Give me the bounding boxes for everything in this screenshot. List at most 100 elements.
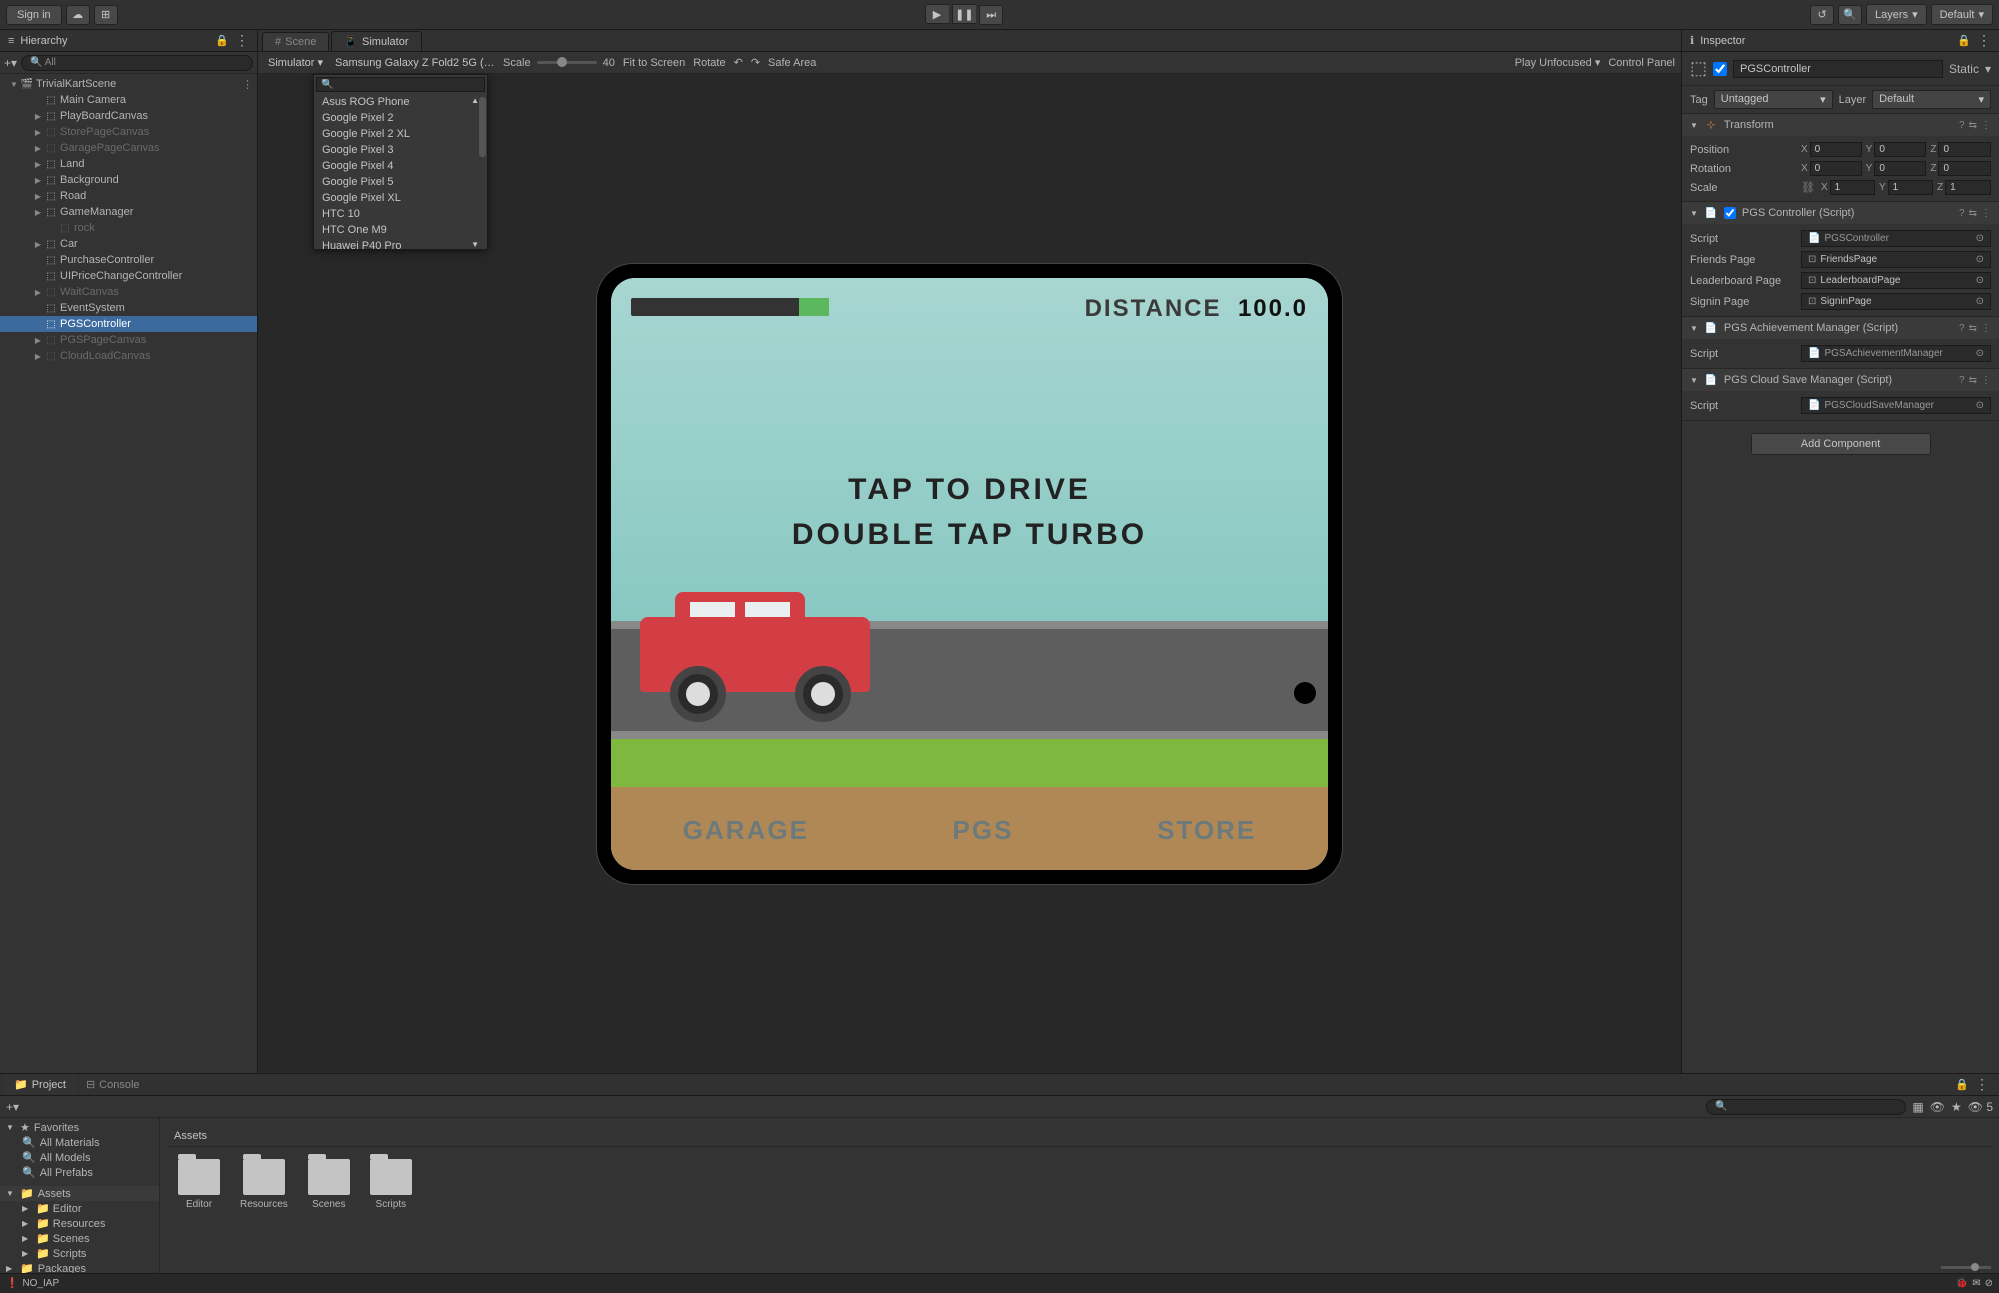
device-option[interactable]: HTC One M9 bbox=[314, 222, 487, 238]
tab-console[interactable]: ⊟Console bbox=[76, 1075, 150, 1094]
device-option[interactable]: Google Pixel 2 XL bbox=[314, 126, 487, 142]
menu-icon[interactable]: ⋮ bbox=[1981, 375, 1991, 386]
menu-icon[interactable]: ⋮ bbox=[1981, 323, 1991, 334]
hierarchy-search[interactable]: 🔍 All bbox=[21, 55, 253, 71]
hierarchy-item[interactable]: ▶⬚WaitCanvas bbox=[0, 284, 257, 300]
add-icon[interactable]: +▾ bbox=[4, 56, 17, 70]
help-icon[interactable]: ? bbox=[1959, 208, 1965, 219]
scale-y[interactable] bbox=[1888, 180, 1933, 195]
menu-icon[interactable]: ⋮ bbox=[1981, 120, 1991, 131]
packages-root[interactable]: ▶📁 Packages bbox=[0, 1261, 159, 1273]
asset-folder[interactable]: Scripts bbox=[370, 1159, 412, 1210]
project-folder-item[interactable]: ▶📁 Scripts bbox=[0, 1246, 159, 1261]
store-button[interactable]: STORE bbox=[1157, 815, 1256, 846]
hierarchy-item[interactable]: ▶⬚GaragePageCanvas bbox=[0, 140, 257, 156]
preset-icon[interactable]: ⇆ bbox=[1969, 208, 1977, 219]
hierarchy-item[interactable]: ▶⬚Land bbox=[0, 156, 257, 172]
add-icon[interactable]: +▾ bbox=[6, 1100, 19, 1114]
lock-icon[interactable]: 🔒 bbox=[215, 34, 229, 47]
all-materials[interactable]: 🔍 All Materials bbox=[0, 1135, 159, 1150]
scene-root[interactable]: ▼ 🎬 TrivialKartScene ⋮ bbox=[0, 76, 257, 92]
help-icon[interactable]: ? bbox=[1959, 323, 1965, 334]
signin-button[interactable]: Sign in bbox=[6, 5, 62, 25]
filter-icon[interactable]: ▦ bbox=[1912, 1100, 1923, 1114]
asset-folder[interactable]: Editor bbox=[178, 1159, 220, 1210]
help-icon[interactable]: ? bbox=[1959, 120, 1965, 131]
hierarchy-item[interactable]: ▶⬚Road bbox=[0, 188, 257, 204]
layer-dropdown[interactable]: Default▾ bbox=[1872, 90, 1991, 109]
pgs-controller-header[interactable]: ▼ 📄 PGS Controller (Script) ?⇆⋮ bbox=[1682, 202, 1999, 224]
hierarchy-item[interactable]: ⬚UIPriceChangeController bbox=[0, 268, 257, 284]
pgs-button[interactable]: PGS bbox=[953, 815, 1014, 846]
lock-icon[interactable]: 🔒 bbox=[1957, 34, 1971, 47]
help-icon[interactable]: ? bbox=[1959, 375, 1965, 386]
hidden-icon[interactable]: 👁 bbox=[1930, 1100, 1945, 1114]
breadcrumb[interactable]: Assets bbox=[168, 1126, 1991, 1147]
hierarchy-item[interactable]: ▶⬚CloudLoadCanvas bbox=[0, 348, 257, 364]
device-option[interactable]: Asus ROG Phone▲ bbox=[314, 94, 487, 110]
rotate-cw-icon[interactable]: ↷ bbox=[751, 56, 760, 69]
assets-root[interactable]: ▼📁 Assets bbox=[0, 1186, 159, 1201]
position-y[interactable] bbox=[1874, 142, 1926, 157]
device-option[interactable]: Google Pixel XL bbox=[314, 190, 487, 206]
favorites-root[interactable]: ▼★ Favorites bbox=[0, 1120, 159, 1135]
preset-icon[interactable]: ⇆ bbox=[1969, 375, 1977, 386]
fit-to-screen-button[interactable]: Fit to Screen bbox=[623, 57, 685, 69]
layout-dropdown[interactable]: Default ▾ bbox=[1931, 4, 1993, 25]
device-option[interactable]: Huawei P40 Pro▼ bbox=[314, 238, 487, 249]
position-z[interactable] bbox=[1938, 142, 1991, 157]
tab-scene[interactable]: #Scene bbox=[262, 32, 329, 51]
transform-header[interactable]: ▼ ⊹ Transform ?⇆⋮ bbox=[1682, 114, 1999, 136]
simulator-mode-dropdown[interactable]: Simulator ▾ bbox=[264, 54, 327, 71]
lock-icon[interactable]: 🔒 bbox=[1955, 1078, 1969, 1091]
undo-history-icon[interactable]: ↺ bbox=[1810, 5, 1834, 25]
device-option[interactable]: Google Pixel 5 bbox=[314, 174, 487, 190]
scale-x[interactable] bbox=[1830, 180, 1875, 195]
device-option[interactable]: HTC 10 bbox=[314, 206, 487, 222]
hierarchy-item[interactable]: ▶⬚Car bbox=[0, 236, 257, 252]
asset-folder[interactable]: Resources bbox=[240, 1159, 288, 1210]
tag-dropdown[interactable]: Untagged▾ bbox=[1714, 90, 1833, 109]
device-option[interactable]: Google Pixel 2 bbox=[314, 110, 487, 126]
grid-icon[interactable]: ⊞ bbox=[94, 5, 118, 25]
device-option[interactable]: Google Pixel 3 bbox=[314, 142, 487, 158]
project-search[interactable]: 🔍 bbox=[1706, 1099, 1906, 1115]
hierarchy-item[interactable]: ▶⬚PlayBoardCanvas bbox=[0, 108, 257, 124]
tab-project[interactable]: 📁Project bbox=[4, 1075, 76, 1094]
hierarchy-item[interactable]: ⬚Main Camera bbox=[0, 92, 257, 108]
all-prefabs[interactable]: 🔍 All Prefabs bbox=[0, 1165, 159, 1180]
asset-folder[interactable]: Scenes bbox=[308, 1159, 350, 1210]
rotation-x[interactable] bbox=[1810, 161, 1862, 176]
hierarchy-item[interactable]: ▶⬚Background bbox=[0, 172, 257, 188]
panel-menu-icon[interactable]: ⋮ bbox=[1977, 32, 1991, 49]
pgs-cloud-header[interactable]: ▼ 📄 PGS Cloud Save Manager (Script) ?⇆⋮ bbox=[1682, 369, 1999, 391]
hierarchy-item[interactable]: ▶⬚PGSPageCanvas bbox=[0, 332, 257, 348]
signin-field[interactable]: ⊡ SigninPage⊙ bbox=[1801, 293, 1991, 310]
friends-field[interactable]: ⊡ FriendsPage⊙ bbox=[1801, 251, 1991, 268]
asset-size-slider[interactable] bbox=[1941, 1266, 1991, 1269]
hierarchy-item[interactable]: ▶⬚StorePageCanvas bbox=[0, 124, 257, 140]
scale-slider[interactable] bbox=[537, 61, 597, 64]
panel-menu-icon[interactable]: ⋮ bbox=[1975, 1076, 1989, 1093]
device-search-input[interactable] bbox=[316, 77, 485, 92]
control-panel-button[interactable]: Control Panel bbox=[1608, 57, 1675, 69]
hierarchy-item[interactable]: ⬚EventSystem bbox=[0, 300, 257, 316]
panel-menu-icon[interactable]: ⋮ bbox=[235, 32, 249, 49]
add-component-button[interactable]: Add Component bbox=[1751, 433, 1931, 455]
link-icon[interactable]: ⛓ bbox=[1801, 181, 1815, 194]
static-dropdown-icon[interactable]: ▾ bbox=[1985, 62, 1991, 76]
search-icon[interactable]: 🔍 bbox=[1838, 5, 1862, 25]
preset-icon[interactable]: ⇆ bbox=[1969, 120, 1977, 131]
component-enabled-checkbox[interactable] bbox=[1724, 207, 1736, 219]
project-folder-item[interactable]: ▶📁 Resources bbox=[0, 1216, 159, 1231]
preset-icon[interactable]: ⇆ bbox=[1969, 323, 1977, 334]
safe-area-toggle[interactable]: Safe Area bbox=[768, 57, 816, 69]
device-selector[interactable]: Samsung Galaxy Z Fold2 5G (Ta▾ bbox=[335, 56, 495, 69]
hierarchy-item[interactable]: ⬚PurchaseController bbox=[0, 252, 257, 268]
mail-icon[interactable]: ✉ bbox=[1972, 1278, 1980, 1289]
check-icon[interactable]: ⊘ bbox=[1985, 1278, 1993, 1289]
error-icon[interactable]: ❗ bbox=[6, 1278, 18, 1289]
hierarchy-item[interactable]: ⬚rock bbox=[0, 220, 257, 236]
dropdown-scrollbar[interactable] bbox=[479, 97, 486, 157]
favorite-icon[interactable]: ★ bbox=[1951, 1100, 1962, 1114]
